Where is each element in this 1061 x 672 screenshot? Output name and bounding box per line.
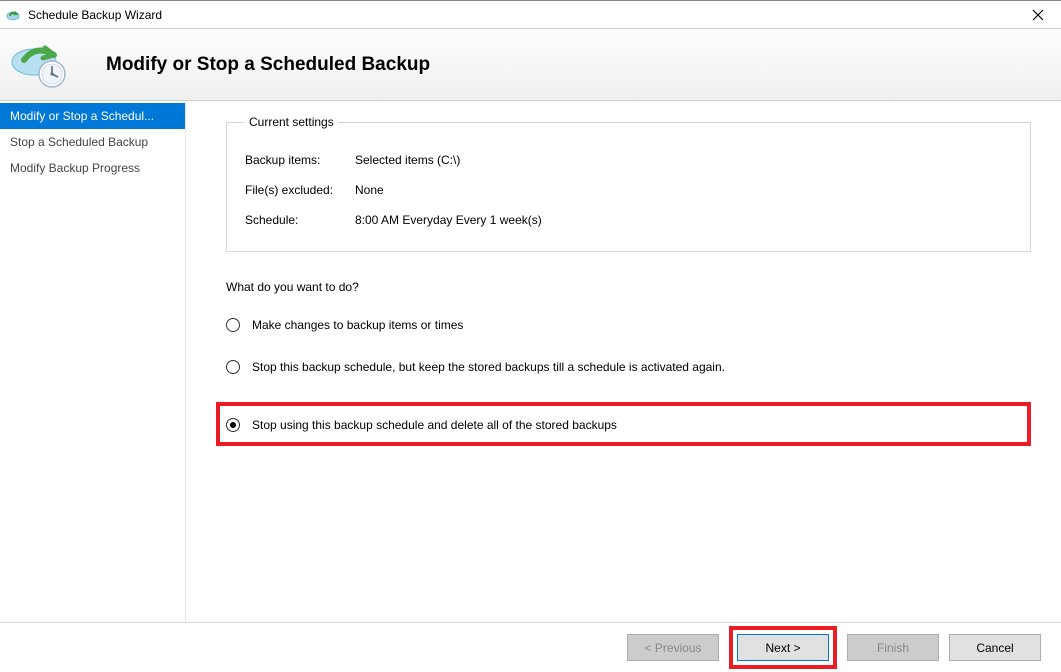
- question-text: What do you want to do?: [226, 280, 1031, 294]
- settings-value: Selected items (C:\): [355, 153, 460, 167]
- radio-icon: [226, 318, 240, 332]
- radio-label: Make changes to backup items or times: [252, 318, 463, 332]
- app-icon: [6, 7, 22, 23]
- radio-option[interactable]: Stop using this backup schedule and dele…: [226, 418, 1019, 432]
- settings-row: Schedule:8:00 AM Everyday Every 1 week(s…: [245, 213, 1012, 227]
- wizard-steps-sidebar: Modify or Stop a Schedul...Stop a Schedu…: [0, 101, 186, 622]
- close-button[interactable]: [1015, 1, 1061, 29]
- settings-label: File(s) excluded:: [245, 183, 355, 197]
- radio-icon: [226, 360, 240, 374]
- titlebar: Schedule Backup Wizard: [0, 1, 1061, 29]
- wizard-content: Current settings Backup items:Selected i…: [186, 101, 1061, 622]
- settings-value: None: [355, 183, 384, 197]
- wizard-body: Modify or Stop a Schedul...Stop a Schedu…: [0, 101, 1061, 622]
- selected-radio-highlight: Stop using this backup schedule and dele…: [216, 402, 1031, 446]
- window-title: Schedule Backup Wizard: [28, 8, 1015, 22]
- radio-option[interactable]: Make changes to backup items or times: [226, 318, 1031, 332]
- radio-option[interactable]: Stop this backup schedule, but keep the …: [226, 360, 1031, 374]
- sidebar-step-item[interactable]: Modify or Stop a Schedul...: [0, 103, 185, 129]
- radio-icon: [226, 418, 240, 432]
- cancel-button[interactable]: Cancel: [949, 634, 1041, 661]
- finish-button: Finish: [847, 634, 939, 661]
- previous-button: < Previous: [627, 634, 719, 661]
- current-settings-group: Current settings Backup items:Selected i…: [226, 115, 1031, 252]
- wizard-footer: < Previous Next > Finish Cancel: [0, 622, 1061, 672]
- sidebar-step-item[interactable]: Modify Backup Progress: [0, 155, 185, 181]
- settings-label: Schedule:: [245, 213, 355, 227]
- next-button-highlight: Next >: [729, 626, 837, 669]
- next-button[interactable]: Next >: [737, 634, 829, 661]
- current-settings-legend: Current settings: [245, 115, 338, 129]
- settings-row: Backup items:Selected items (C:\): [245, 153, 1012, 167]
- radio-label: Stop this backup schedule, but keep the …: [252, 360, 725, 374]
- header-backup-icon: [10, 40, 70, 90]
- radio-label: Stop using this backup schedule and dele…: [252, 418, 617, 432]
- page-heading: Modify or Stop a Scheduled Backup: [106, 54, 430, 76]
- settings-label: Backup items:: [245, 153, 355, 167]
- settings-row: File(s) excluded:None: [245, 183, 1012, 197]
- wizard-header: Modify or Stop a Scheduled Backup: [0, 29, 1061, 101]
- sidebar-step-item[interactable]: Stop a Scheduled Backup: [0, 129, 185, 155]
- settings-value: 8:00 AM Everyday Every 1 week(s): [355, 213, 542, 227]
